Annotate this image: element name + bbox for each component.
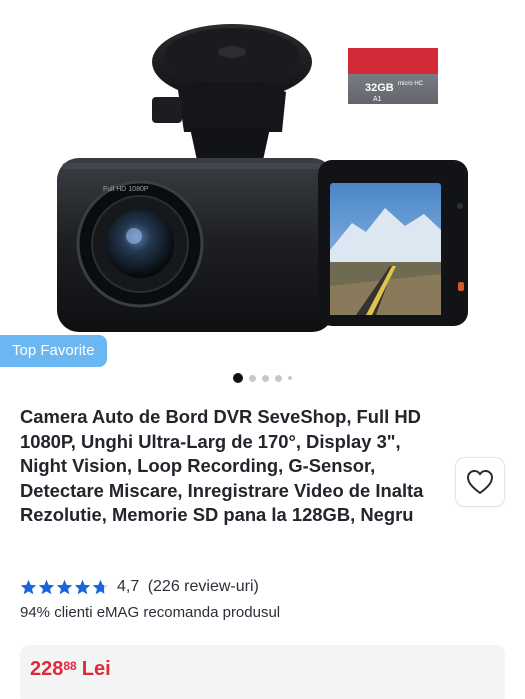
recommendation-text: 94% clienti eMAG recomanda produsul bbox=[20, 604, 281, 621]
lens-bezel-text: Full HD 1080P bbox=[103, 186, 149, 193]
star-icon bbox=[56, 579, 73, 595]
price-decimal: 88 bbox=[63, 659, 77, 673]
add-to-favorites-button[interactable] bbox=[455, 457, 505, 507]
product-image: Full HD 1080P 32GB micro HC A1 bbox=[57, 24, 468, 332]
sd-card-brand: micro HC bbox=[398, 81, 424, 87]
star-half-icon bbox=[92, 579, 109, 595]
gallery-dot[interactable] bbox=[288, 376, 292, 380]
sd-card-capacity: 32GB bbox=[365, 82, 394, 94]
sd-card-class: A1 bbox=[373, 96, 382, 103]
product-price: 228 88 Lei bbox=[30, 658, 111, 681]
gallery-pagination[interactable] bbox=[0, 373, 525, 383]
sd-card: 32GB micro HC A1 bbox=[348, 48, 438, 104]
star-icon bbox=[74, 579, 91, 595]
rating-stars bbox=[20, 579, 109, 595]
product-rating[interactable]: 4,7 (226 review-uri) bbox=[20, 578, 263, 596]
star-icon bbox=[38, 579, 55, 595]
gallery-dot[interactable] bbox=[275, 374, 282, 382]
gallery-dot[interactable] bbox=[249, 374, 256, 382]
star-icon bbox=[20, 579, 37, 595]
gallery-dot[interactable] bbox=[233, 373, 243, 383]
review-count-link[interactable]: (226 review-uri) bbox=[148, 578, 259, 595]
price-currency: Lei bbox=[81, 658, 111, 680]
product-image-gallery[interactable]: Full HD 1080P 32GB micro HC A1 Top Favor… bbox=[0, 0, 525, 395]
rating-value: 4,7 bbox=[117, 578, 140, 595]
gallery-dot[interactable] bbox=[262, 374, 269, 382]
heart-outline-icon bbox=[467, 470, 493, 494]
top-favorite-badge: Top Favorite bbox=[0, 335, 107, 367]
price-box: 228 88 Lei bbox=[20, 645, 505, 699]
product-title: Camera Auto de Bord DVR SeveShop, Full H… bbox=[20, 406, 424, 526]
price-integer: 228 bbox=[30, 658, 64, 680]
